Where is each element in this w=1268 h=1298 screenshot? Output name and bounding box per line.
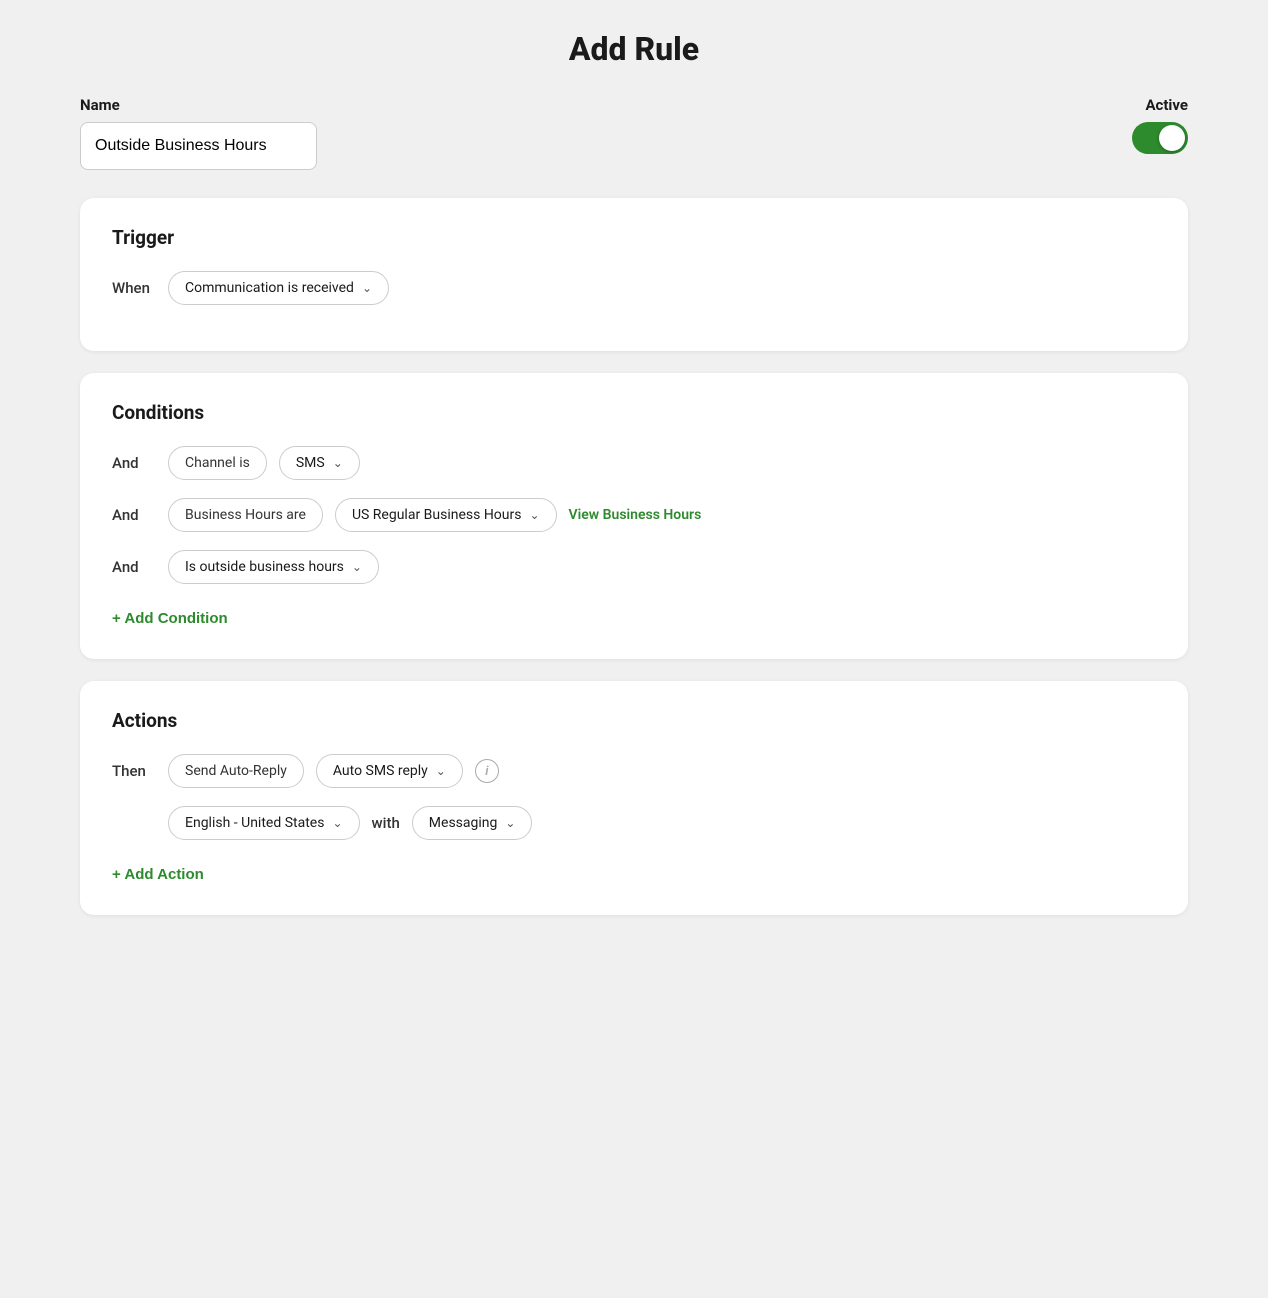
action-row-2: English - United States ⌄ with Messaging… bbox=[168, 806, 1156, 840]
add-action-button[interactable]: + Add Action bbox=[112, 862, 204, 887]
condition-row-2: And Business Hours are US Regular Busine… bbox=[112, 498, 1156, 532]
condition-row-1: And Channel is SMS ⌄ bbox=[112, 446, 1156, 480]
channel-is-pill: Channel is bbox=[168, 446, 267, 480]
messaging-chevron-icon: ⌄ bbox=[505, 816, 515, 830]
active-toggle[interactable] bbox=[1132, 122, 1188, 154]
send-auto-reply-pill: Send Auto-Reply bbox=[168, 754, 304, 788]
outside-hours-chevron-icon: ⌄ bbox=[352, 560, 362, 574]
outside-hours-value: Is outside business hours bbox=[185, 559, 344, 575]
condition-and-2: And bbox=[112, 506, 156, 524]
sms-dropdown[interactable]: SMS ⌄ bbox=[279, 446, 360, 480]
sms-value: SMS bbox=[296, 455, 325, 471]
name-label: Name bbox=[80, 96, 1114, 114]
conditions-card: Conditions And Channel is SMS ⌄ And Busi… bbox=[80, 373, 1188, 659]
condition-row-3: And Is outside business hours ⌄ bbox=[112, 550, 1156, 584]
action-row-1: Then Send Auto-Reply Auto SMS reply ⌄ i bbox=[112, 754, 1156, 788]
messaging-dropdown[interactable]: Messaging ⌄ bbox=[412, 806, 533, 840]
language-dropdown[interactable]: English - United States ⌄ bbox=[168, 806, 360, 840]
condition-and-1: And bbox=[112, 454, 156, 472]
messaging-value: Messaging bbox=[429, 815, 498, 831]
business-hours-value: US Regular Business Hours bbox=[352, 507, 522, 523]
then-label: Then bbox=[112, 762, 156, 780]
actions-card: Actions Then Send Auto-Reply Auto SMS re… bbox=[80, 681, 1188, 915]
conditions-title: Conditions bbox=[112, 401, 1156, 424]
condition-and-3: And bbox=[112, 558, 156, 576]
sms-chevron-icon: ⌄ bbox=[333, 456, 343, 470]
business-hours-are-pill: Business Hours are bbox=[168, 498, 323, 532]
language-value: English - United States bbox=[185, 815, 324, 831]
toggle-knob bbox=[1159, 125, 1185, 151]
info-symbol: i bbox=[485, 764, 488, 779]
trigger-chevron-icon: ⌄ bbox=[362, 281, 372, 295]
actions-title: Actions bbox=[112, 709, 1156, 732]
add-condition-button[interactable]: + Add Condition bbox=[112, 606, 228, 631]
when-label: When bbox=[112, 279, 156, 297]
view-business-hours-link[interactable]: View Business Hours bbox=[569, 507, 702, 523]
active-label: Active bbox=[1145, 96, 1188, 114]
trigger-value: Communication is received bbox=[185, 280, 354, 296]
trigger-title: Trigger bbox=[112, 226, 1156, 249]
auto-sms-value: Auto SMS reply bbox=[333, 763, 428, 779]
auto-sms-dropdown[interactable]: Auto SMS reply ⌄ bbox=[316, 754, 463, 788]
page-title: Add Rule bbox=[80, 30, 1188, 68]
trigger-row: When Communication is received ⌄ bbox=[112, 271, 1156, 305]
language-chevron-icon: ⌄ bbox=[332, 816, 342, 830]
business-hours-dropdown[interactable]: US Regular Business Hours ⌄ bbox=[335, 498, 557, 532]
trigger-dropdown[interactable]: Communication is received ⌄ bbox=[168, 271, 389, 305]
trigger-card: Trigger When Communication is received ⌄ bbox=[80, 198, 1188, 351]
outside-hours-dropdown[interactable]: Is outside business hours ⌄ bbox=[168, 550, 379, 584]
info-icon[interactable]: i bbox=[475, 759, 499, 783]
business-hours-chevron-icon: ⌄ bbox=[529, 508, 539, 522]
rule-name-input[interactable] bbox=[80, 122, 317, 170]
auto-sms-chevron-icon: ⌄ bbox=[436, 764, 446, 778]
with-label: with bbox=[372, 814, 400, 832]
